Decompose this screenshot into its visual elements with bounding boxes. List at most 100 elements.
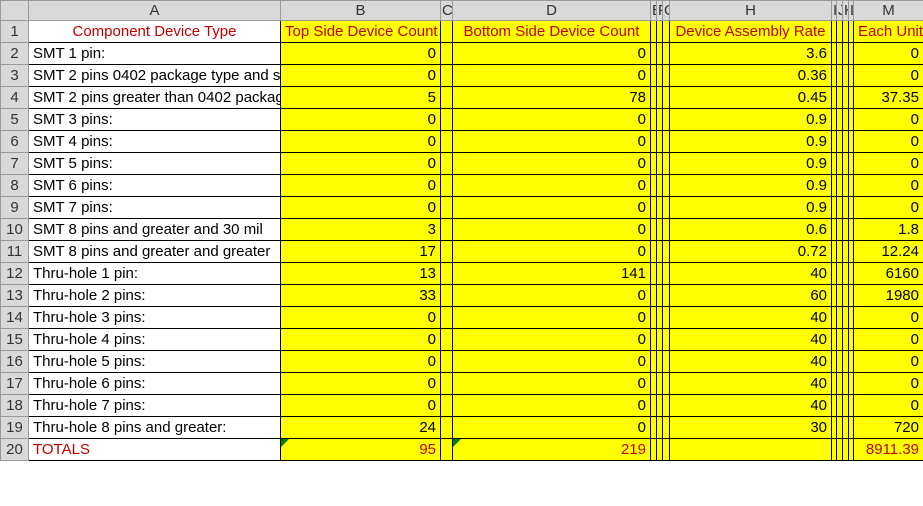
cell-A2[interactable]: SMT 1 pin: bbox=[29, 43, 281, 65]
table-row[interactable]: 4SMT 2 pins greater than 0402 package578… bbox=[1, 87, 923, 109]
cell-C12[interactable] bbox=[441, 263, 453, 285]
cell-A11[interactable]: SMT 8 pins and greater and greater bbox=[29, 241, 281, 263]
cell-D4[interactable]: 78 bbox=[453, 87, 651, 109]
cell-D12[interactable]: 141 bbox=[453, 263, 651, 285]
cell-M14[interactable]: 0 bbox=[854, 307, 923, 329]
cell-G18[interactable] bbox=[663, 395, 670, 417]
col-header[interactable]: L bbox=[849, 1, 854, 21]
cell-D20[interactable]: 219 bbox=[453, 439, 651, 461]
table-row[interactable]: 8SMT 6 pins:000.90 bbox=[1, 175, 923, 197]
col-header[interactable]: F bbox=[657, 1, 663, 21]
cell-A5[interactable]: SMT 3 pins: bbox=[29, 109, 281, 131]
cell-H8[interactable]: 0.9 bbox=[670, 175, 832, 197]
cell-M1[interactable]: Each Unit bbox=[854, 21, 923, 43]
cell-C2[interactable] bbox=[441, 43, 453, 65]
col-header[interactable]: D bbox=[453, 1, 651, 21]
cell-M8[interactable]: 0 bbox=[854, 175, 923, 197]
row-header[interactable]: 1 bbox=[1, 21, 29, 43]
cell-H2[interactable]: 3.6 bbox=[670, 43, 832, 65]
cell-M15[interactable]: 0 bbox=[854, 329, 923, 351]
cell-A20[interactable]: TOTALS bbox=[29, 439, 281, 461]
cell-A9[interactable]: SMT 7 pins: bbox=[29, 197, 281, 219]
cell-H7[interactable]: 0.9 bbox=[670, 153, 832, 175]
cell-B19[interactable]: 24 bbox=[281, 417, 441, 439]
cell-B15[interactable]: 0 bbox=[281, 329, 441, 351]
cell-A8[interactable]: SMT 6 pins: bbox=[29, 175, 281, 197]
cell-M16[interactable]: 0 bbox=[854, 351, 923, 373]
cell-M2[interactable]: 0 bbox=[854, 43, 923, 65]
cell-A13[interactable]: Thru-hole 2 pins: bbox=[29, 285, 281, 307]
cell-C8[interactable] bbox=[441, 175, 453, 197]
col-header[interactable]: E bbox=[651, 1, 657, 21]
row-header[interactable]: 17 bbox=[1, 373, 29, 395]
cell-C1[interactable] bbox=[441, 21, 453, 43]
row-header[interactable]: 5 bbox=[1, 109, 29, 131]
cell-H14[interactable]: 40 bbox=[670, 307, 832, 329]
table-header-row[interactable]: 1 Component Device Type Top Side Device … bbox=[1, 21, 923, 43]
cell-M20[interactable]: 8911.39 bbox=[854, 439, 923, 461]
cell-B13[interactable]: 33 bbox=[281, 285, 441, 307]
cell-H10[interactable]: 0.6 bbox=[670, 219, 832, 241]
row-header[interactable]: 18 bbox=[1, 395, 29, 417]
cell-G9[interactable] bbox=[663, 197, 670, 219]
cell-D6[interactable]: 0 bbox=[453, 131, 651, 153]
cell-H17[interactable]: 40 bbox=[670, 373, 832, 395]
cell-H13[interactable]: 60 bbox=[670, 285, 832, 307]
cell-G6[interactable] bbox=[663, 131, 670, 153]
cell-G19[interactable] bbox=[663, 417, 670, 439]
cell-C15[interactable] bbox=[441, 329, 453, 351]
cell-M7[interactable]: 0 bbox=[854, 153, 923, 175]
cell-B5[interactable]: 0 bbox=[281, 109, 441, 131]
cell-A19[interactable]: Thru-hole 8 pins and greater: bbox=[29, 417, 281, 439]
row-header[interactable]: 15 bbox=[1, 329, 29, 351]
row-header[interactable]: 8 bbox=[1, 175, 29, 197]
cell-B11[interactable]: 17 bbox=[281, 241, 441, 263]
cell-H9[interactable]: 0.9 bbox=[670, 197, 832, 219]
row-header[interactable]: 10 bbox=[1, 219, 29, 241]
cell-D3[interactable]: 0 bbox=[453, 65, 651, 87]
cell-C13[interactable] bbox=[441, 285, 453, 307]
row-header[interactable]: 11 bbox=[1, 241, 29, 263]
cell-C9[interactable] bbox=[441, 197, 453, 219]
cell-M18[interactable]: 0 bbox=[854, 395, 923, 417]
cell-A1[interactable]: Component Device Type bbox=[29, 21, 281, 43]
row-header[interactable]: 4 bbox=[1, 87, 29, 109]
table-row[interactable]: 12Thru-hole 1 pin:13141406160 bbox=[1, 263, 923, 285]
cell-H12[interactable]: 40 bbox=[670, 263, 832, 285]
cell-C20[interactable] bbox=[441, 439, 453, 461]
cell-M10[interactable]: 1.8 bbox=[854, 219, 923, 241]
cell-A12[interactable]: Thru-hole 1 pin: bbox=[29, 263, 281, 285]
cell-C10[interactable] bbox=[441, 219, 453, 241]
cell-C11[interactable] bbox=[441, 241, 453, 263]
cell-A4[interactable]: SMT 2 pins greater than 0402 package bbox=[29, 87, 281, 109]
cell-H15[interactable]: 40 bbox=[670, 329, 832, 351]
spreadsheet-grid[interactable]: A B C D E F G H I J K L M 1 Component De… bbox=[0, 0, 923, 461]
cell-D18[interactable]: 0 bbox=[453, 395, 651, 417]
cell-G16[interactable] bbox=[663, 351, 670, 373]
cell-M6[interactable]: 0 bbox=[854, 131, 923, 153]
table-row[interactable]: 10SMT 8 pins and greater and 30 mil300.6… bbox=[1, 219, 923, 241]
cell-D8[interactable]: 0 bbox=[453, 175, 651, 197]
cell-G14[interactable] bbox=[663, 307, 670, 329]
cell-B8[interactable]: 0 bbox=[281, 175, 441, 197]
cell-M5[interactable]: 0 bbox=[854, 109, 923, 131]
cell-M19[interactable]: 720 bbox=[854, 417, 923, 439]
cell-C4[interactable] bbox=[441, 87, 453, 109]
cell-M13[interactable]: 1980 bbox=[854, 285, 923, 307]
cell-B3[interactable]: 0 bbox=[281, 65, 441, 87]
cell-H11[interactable]: 0.72 bbox=[670, 241, 832, 263]
cell-C14[interactable] bbox=[441, 307, 453, 329]
cell-C17[interactable] bbox=[441, 373, 453, 395]
col-header[interactable]: I bbox=[832, 1, 837, 21]
col-header[interactable]: B bbox=[281, 1, 441, 21]
cell-H6[interactable]: 0.9 bbox=[670, 131, 832, 153]
cell-G20[interactable] bbox=[663, 439, 670, 461]
cell-B18[interactable]: 0 bbox=[281, 395, 441, 417]
row-header[interactable]: 20 bbox=[1, 439, 29, 461]
cell-B1[interactable]: Top Side Device Count bbox=[281, 21, 441, 43]
cell-M3[interactable]: 0 bbox=[854, 65, 923, 87]
cell-G17[interactable] bbox=[663, 373, 670, 395]
cell-D10[interactable]: 0 bbox=[453, 219, 651, 241]
table-row[interactable]: 6SMT 4 pins:000.90 bbox=[1, 131, 923, 153]
col-header[interactable]: C bbox=[441, 1, 453, 21]
